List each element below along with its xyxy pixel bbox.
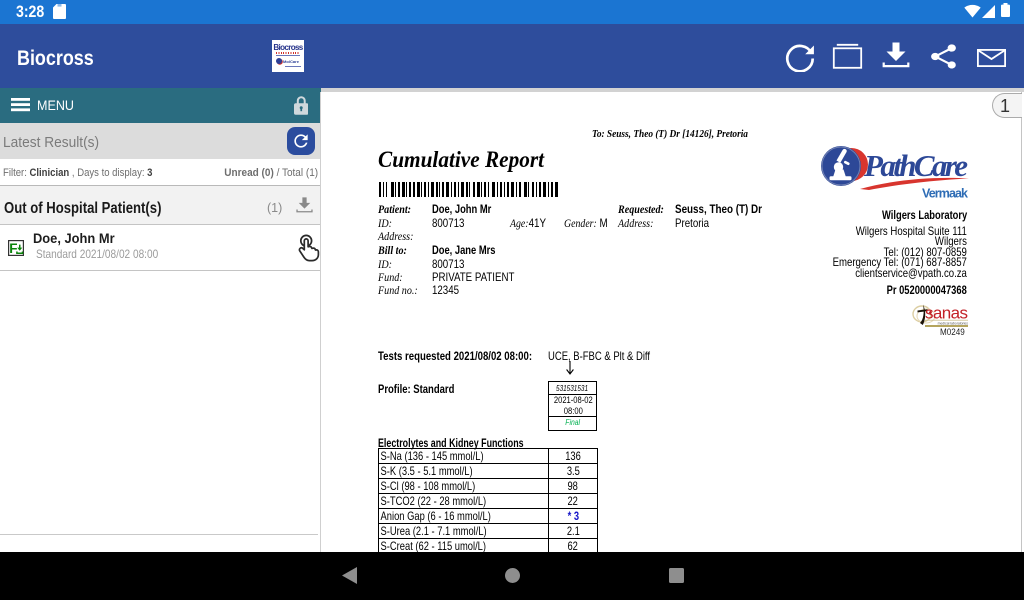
svg-text:medical laboratories: medical laboratories	[938, 322, 969, 326]
svg-text:Vermaak: Vermaak	[922, 187, 968, 201]
svg-text:PathCare: PathCare	[863, 148, 968, 183]
svg-text:sanas: sanas	[925, 304, 968, 323]
